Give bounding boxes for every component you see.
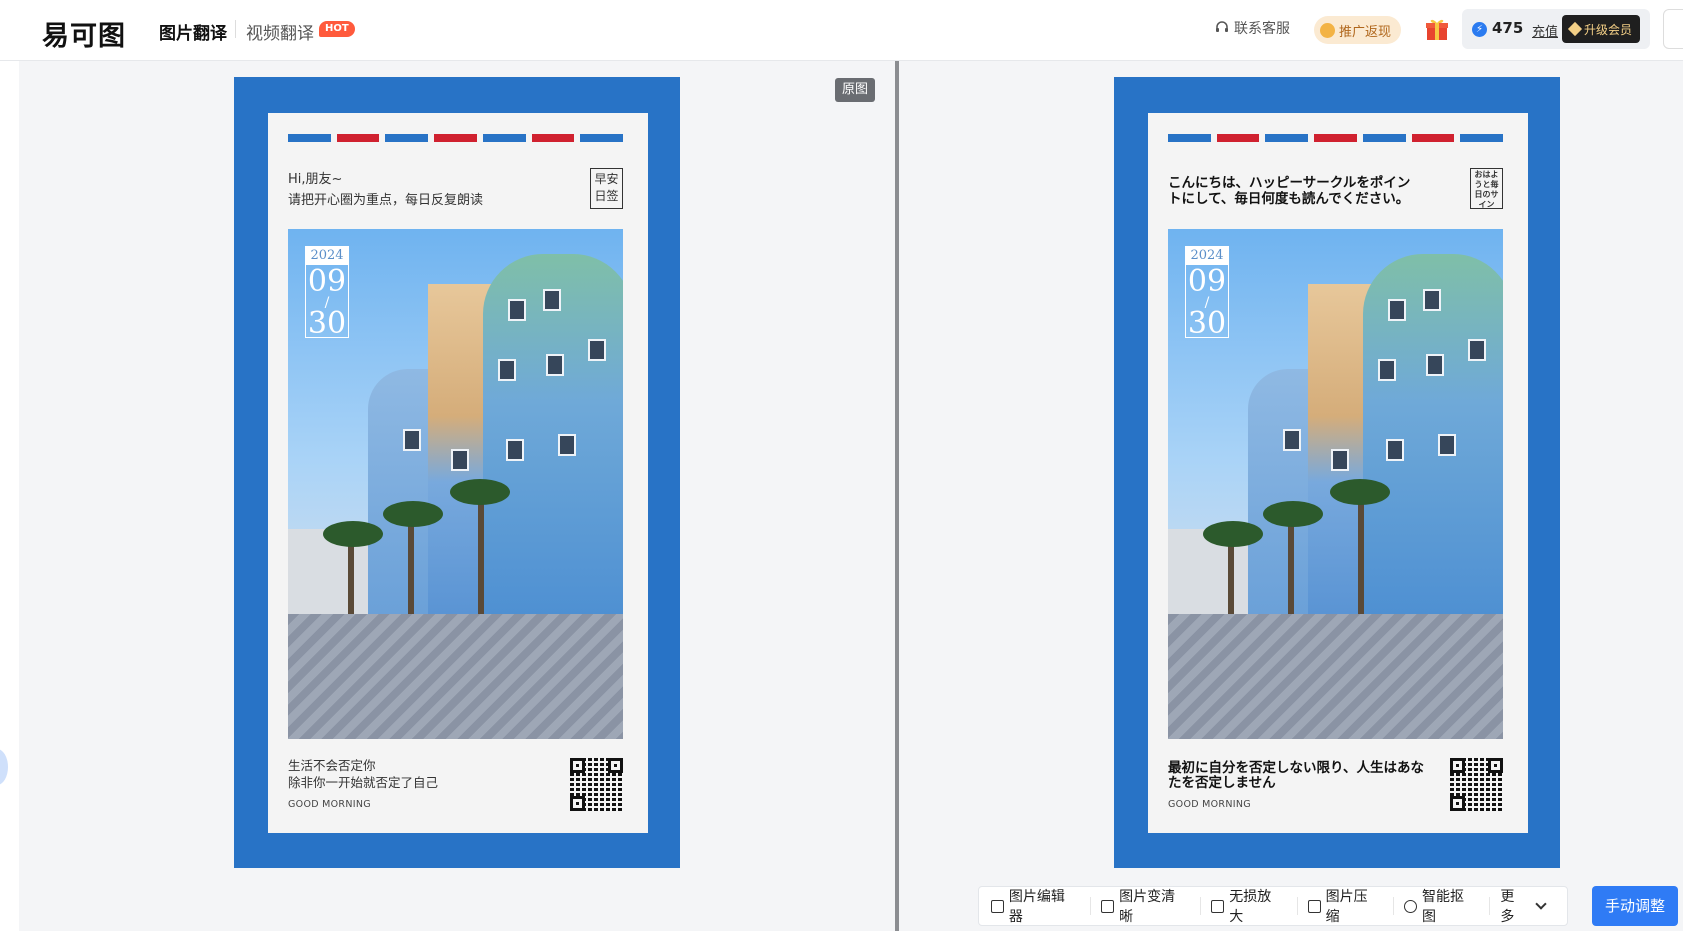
date-month: 09 [1187,264,1227,299]
gift-icon[interactable] [1424,16,1450,42]
poster-greeting: Hi,朋友~ 请把开心圈为重点，每日反复朗读 [288,169,588,211]
stamp-line: 日签 [594,189,619,203]
date-month: 09 [307,264,347,299]
tool-image-editor[interactable]: 图片编辑器 [991,889,1092,925]
poster-stamp: 早安 日签 [590,168,623,209]
headset-icon [1216,21,1228,32]
building-photo: 2024 09 / 30 [288,229,623,739]
qr-code [1450,758,1503,811]
upgrade-label: 升级会员 [1584,22,1633,37]
stamp-line: 日のサ [1474,190,1499,199]
compare-divider-handle[interactable] [895,61,899,931]
airmail-stripes [1168,134,1504,142]
coin-icon [1320,22,1335,38]
poster-greeting: こんにちは、ハッピーサークルをポイン トにして、毎日何度も読んでください。 [1168,175,1468,207]
diamond-icon [1567,21,1583,37]
building-photo: 2024 09 / 30 [1168,229,1503,739]
image-edit-icon [991,899,1004,913]
quote-line: たを否定しません [1168,775,1276,791]
poster-stamp: おはよ うと毎 日のサ イン [1470,168,1503,209]
quote-line: 最初に自分を否定しない限り、人生はあな [1168,760,1424,776]
stamp-line: おはよ [1474,170,1499,179]
date-year: 2024 [306,247,348,265]
tool-label: 图片编辑器 [1008,889,1065,925]
quote-line: 生活不会否定你 [288,758,376,773]
compress-icon [1307,899,1321,913]
left-side-strip [0,61,19,931]
original-poster: Hi,朋友~ 请把开心圈为重点，每日反复朗读 早安 日签 2024 09 / 3… [234,77,680,868]
credits-panel: ⚡ 475 充值 升级会员 [1462,9,1650,49]
date-badge: 2024 09 / 30 [305,246,349,341]
upscale-icon [1211,899,1225,913]
translated-poster: こんにちは、ハッピーサークルをポイン トにして、毎日何度も読んでください。 おは… [1114,77,1560,868]
poster-card: Hi,朋友~ 请把开心圈为重点，每日反复朗读 早安 日签 2024 09 / 3… [268,113,648,833]
date-day: 30 [1187,306,1227,341]
top-header: 易可图 图片翻译 视频翻译 HOT 联系客服 推广返现 ⚡ 475 充值 升级会… [0,0,1683,61]
poster-quote: 生活不会否定你 除非你一开始就否定了自己 [288,757,558,791]
tool-label: 无损放大 [1229,889,1272,925]
date-day: 30 [307,306,347,341]
tool-lossless-upscale[interactable]: 无损放大 [1211,889,1298,925]
tool-smart-cutout[interactable]: 智能抠图 [1404,889,1491,925]
recharge-link[interactable]: 充值 [1532,21,1558,40]
greeting-line: Hi,朋友~ [288,172,343,187]
greeting-line: こんにちは、ハッピーサークルをポイン [1168,175,1411,191]
upgrade-member-button[interactable]: 升级会员 [1562,15,1641,43]
quote-line: 除非你一开始就否定了自己 [288,775,439,790]
logo[interactable]: 易可图 [42,14,126,53]
airmail-stripes [288,134,624,142]
sharpen-icon [1101,899,1115,913]
original-image-tag: 原图 [835,78,876,102]
side-float-button[interactable] [0,749,8,785]
greeting-line: 请把开心圈为重点，每日反复朗读 [288,193,484,208]
tab-video-translate[interactable]: 视频翻译 [246,19,314,44]
stamp-line: 早安 [594,172,619,186]
bottom-toolbar: 图片编辑器 图片变清晰 无损放大 图片压缩 智能抠图 更多 [978,886,1568,926]
date-badge: 2024 09 / 30 [1185,246,1229,341]
tool-label: 智能抠图 [1421,889,1464,925]
good-morning-text: GOOD MORNING [1168,799,1251,810]
user-menu-button[interactable] [1663,9,1683,49]
tool-label: 图片压缩 [1325,889,1368,925]
customer-service-link[interactable]: 联系客服 [1215,18,1290,38]
promo-cashback-button[interactable]: 推广返现 [1314,16,1402,44]
tool-label: 图片变清晰 [1119,889,1176,925]
tool-image-sharpen[interactable]: 图片变清晰 [1101,889,1202,925]
tool-image-compress[interactable]: 图片压缩 [1307,889,1395,925]
cutout-icon [1404,899,1417,913]
manual-adjust-button[interactable]: 手动调整 [1592,886,1678,926]
customer-service-label: 联系客服 [1234,21,1290,37]
tab-image-translate[interactable]: 图片翻译 [159,19,227,44]
nav-divider [235,20,236,38]
more-tools-dropdown[interactable]: 更多 [1500,889,1557,925]
greeting-line: トにして、毎日何度も読んでください。 [1168,191,1410,207]
good-morning-text: GOOD MORNING [288,799,371,810]
promo-label: 推广返现 [1339,24,1392,40]
hot-badge: HOT [319,21,355,37]
credit-balance: 475 [1492,19,1524,37]
poster-quote: 最初に自分を否定しない限り、人生はあな たを否定しません [1168,761,1438,791]
qr-code [570,758,623,811]
stamp-line: うと毎 [1474,180,1499,189]
more-label: 更多 [1500,889,1515,925]
date-year: 2024 [1186,247,1228,265]
stamp-line: イン [1478,200,1495,209]
poster-card: こんにちは、ハッピーサークルをポイン トにして、毎日何度も読んでください。 おは… [1148,113,1528,833]
lightning-icon: ⚡ [1472,22,1487,37]
chevron-down-icon [1535,898,1547,910]
